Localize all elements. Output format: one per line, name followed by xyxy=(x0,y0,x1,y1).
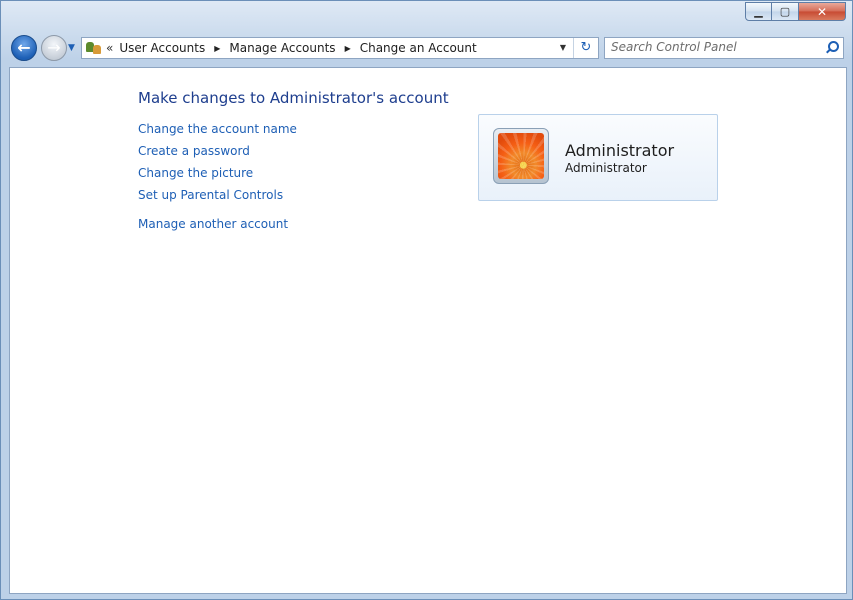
breadcrumb-separator-icon[interactable]: ▶ xyxy=(345,44,351,53)
close-button[interactable]: ✕ xyxy=(799,2,846,21)
maximize-button[interactable]: ▢ xyxy=(772,2,799,21)
minimize-button[interactable]: ▁ xyxy=(745,2,772,21)
breadcrumb-separator-icon[interactable]: ▶ xyxy=(214,44,220,53)
parental-controls-link[interactable]: Set up Parental Controls xyxy=(138,188,297,210)
breadcrumb-change-account[interactable]: Change an Account xyxy=(360,41,477,55)
account-type: Administrator xyxy=(565,161,647,175)
account-name: Administrator xyxy=(565,141,675,160)
caption-buttons: ▁ ▢ ✕ xyxy=(745,2,846,21)
back-button[interactable]: ← xyxy=(11,35,37,61)
address-bar[interactable]: « User Accounts ▶ Manage Accounts ▶ Chan… xyxy=(81,37,599,59)
account-tile: Administrator Administrator xyxy=(478,114,718,201)
page-title: Make changes to Administrator's account xyxy=(138,89,449,107)
change-picture-link[interactable]: Change the picture xyxy=(138,166,297,188)
user-accounts-icon xyxy=(86,41,102,55)
content-pane: Make changes to Administrator's account … xyxy=(9,67,847,594)
breadcrumb-user-accounts[interactable]: User Accounts xyxy=(119,41,205,55)
refresh-button[interactable]: ↻ xyxy=(573,38,598,58)
create-password-link[interactable]: Create a password xyxy=(138,144,297,166)
breadcrumb-manage-accounts[interactable]: Manage Accounts xyxy=(229,41,335,55)
search-placeholder: Search Control Panel xyxy=(611,40,737,54)
flower-avatar-icon xyxy=(498,133,544,179)
task-links: Change the account name Create a passwor… xyxy=(138,122,297,239)
avatar xyxy=(493,128,549,184)
manage-another-account-link[interactable]: Manage another account xyxy=(138,217,297,239)
forward-button[interactable]: → xyxy=(41,35,67,61)
search-icon[interactable] xyxy=(825,40,839,54)
window: ▁ ▢ ✕ ← → ▼ « User Accounts ▶ Manage Acc… xyxy=(0,0,853,600)
search-input[interactable]: Search Control Panel xyxy=(604,37,844,59)
breadcrumb-overflow[interactable]: « xyxy=(106,41,113,55)
address-dropdown-icon[interactable]: ▼ xyxy=(556,38,570,58)
change-account-name-link[interactable]: Change the account name xyxy=(138,122,297,144)
recent-pages-dropdown[interactable]: ▼ xyxy=(68,43,78,53)
